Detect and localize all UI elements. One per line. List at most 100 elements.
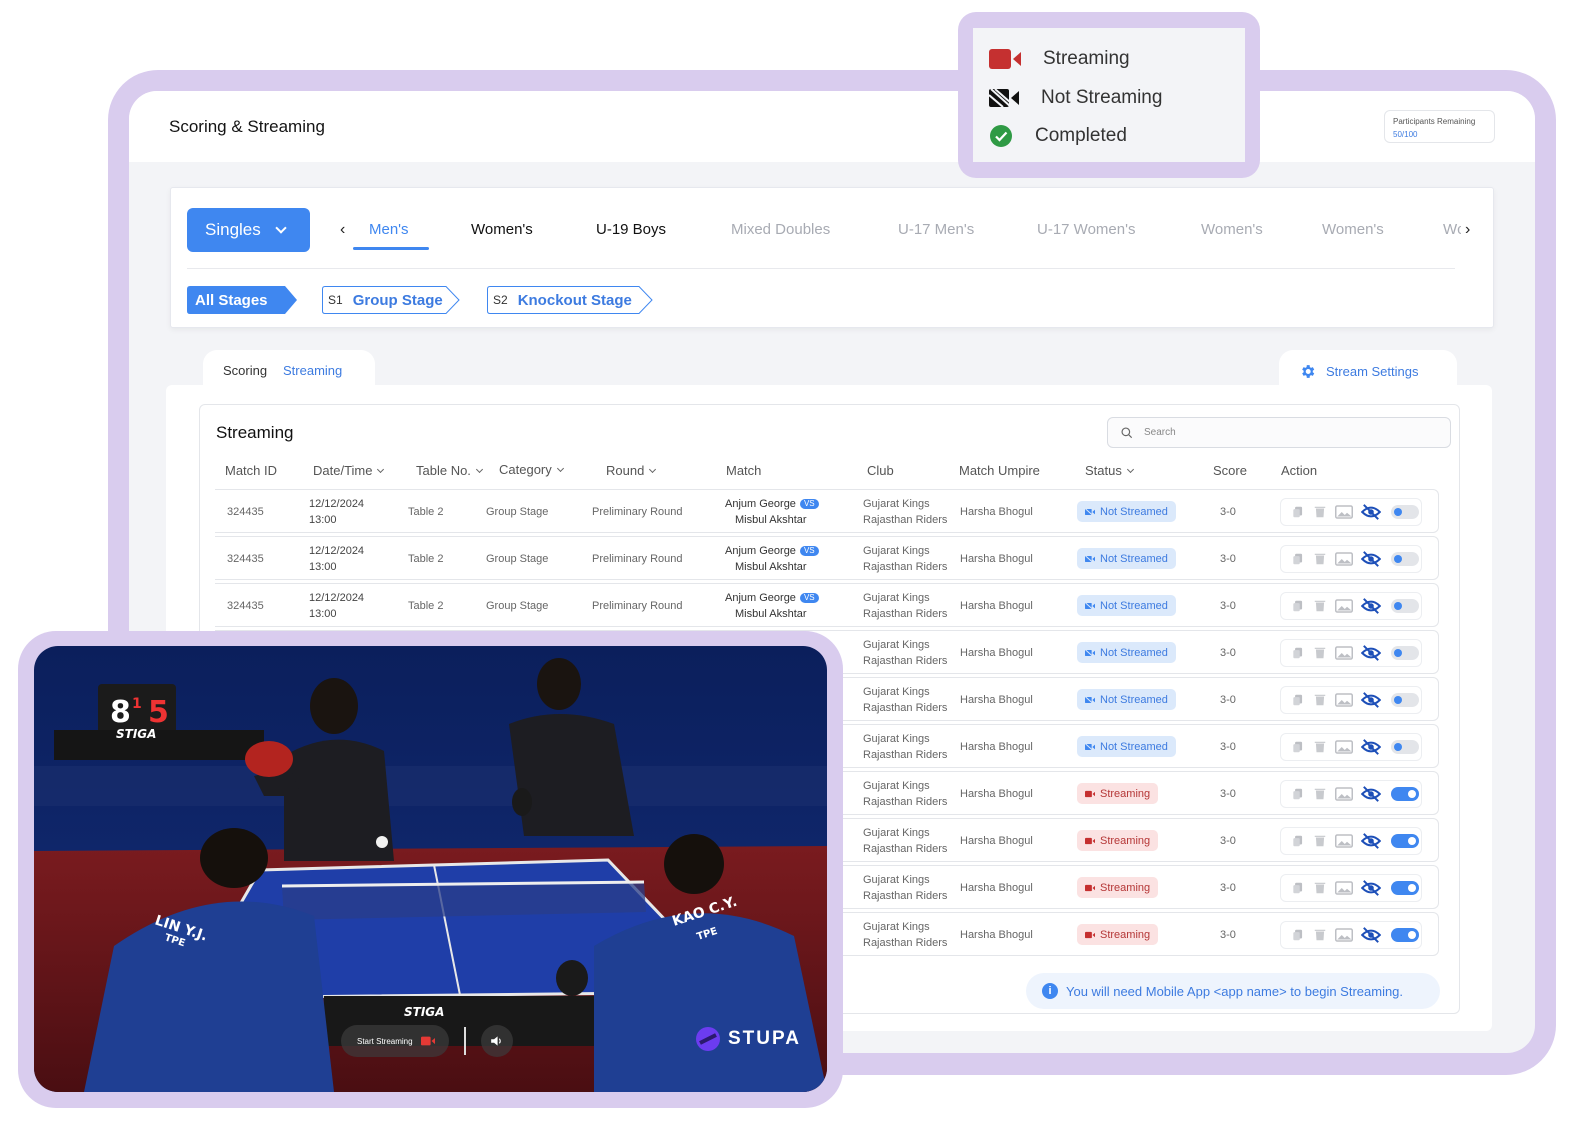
tab-u17-mens[interactable]: U-17 Men's [898, 221, 974, 238]
header-round[interactable]: Round [606, 463, 657, 478]
tab-u19-boys[interactable]: U-19 Boys [596, 221, 666, 238]
club-one: Gujarat Kings [863, 733, 930, 745]
stream-toggle[interactable] [1391, 881, 1419, 895]
header-match[interactable]: Match [726, 463, 761, 478]
header-category[interactable]: Category [499, 462, 564, 477]
stream-toggle[interactable] [1391, 505, 1419, 519]
header-umpire[interactable]: Match Umpire [959, 463, 1040, 478]
tab-streaming[interactable]: Streaming [283, 363, 342, 378]
stage-knockout-code: S2 [493, 293, 508, 307]
tab-mixed-doubles[interactable]: Mixed Doubles [731, 221, 830, 238]
eye-off-icon[interactable] [1361, 551, 1381, 567]
stage-group[interactable]: S1 Group Stage [322, 286, 462, 314]
stage-knockout[interactable]: S2 Knockout Stage [487, 286, 655, 314]
tab-womens-3[interactable]: Women's [1322, 221, 1384, 238]
vs-badge: VS [799, 546, 819, 556]
copy-icon[interactable] [1291, 646, 1305, 660]
stream-preview[interactable]: 8 1 5 STIGA STIGA LIN Y.J. TPE KAO C.Y. … [34, 646, 827, 1092]
header-date-time[interactable]: Date/Time [313, 463, 385, 478]
club-one: Gujarat Kings [863, 686, 930, 698]
score: 3-0 [1220, 835, 1236, 847]
header-status[interactable]: Status [1085, 463, 1134, 478]
stream-toggle[interactable] [1391, 928, 1419, 942]
video-camera-icon [1085, 790, 1095, 797]
stage-all[interactable]: All Stages [187, 286, 299, 314]
tab-womens-2[interactable]: Women's [1201, 221, 1263, 238]
tab-scoring[interactable]: Scoring [223, 363, 267, 378]
search-icon [1121, 426, 1133, 438]
image-icon[interactable] [1335, 552, 1353, 566]
stream-toggle[interactable] [1391, 787, 1419, 801]
stream-toggle[interactable] [1391, 646, 1419, 660]
trash-icon[interactable] [1313, 504, 1327, 520]
header-action[interactable]: Action [1281, 463, 1317, 478]
trash-icon[interactable] [1313, 645, 1327, 661]
status-label: Streaming [1100, 928, 1151, 941]
trash-icon[interactable] [1313, 880, 1327, 896]
status-badge: Streaming [1077, 924, 1159, 945]
tabs-prev-icon[interactable]: ‹ [340, 221, 345, 239]
eye-off-icon[interactable] [1361, 739, 1381, 755]
image-icon[interactable] [1335, 928, 1353, 942]
image-icon[interactable] [1335, 881, 1353, 895]
chevron-down-icon [275, 222, 287, 234]
stream-toggle[interactable] [1391, 693, 1419, 707]
eye-off-icon[interactable] [1361, 833, 1381, 849]
trash-icon[interactable] [1313, 786, 1327, 802]
header-score[interactable]: Score [1213, 463, 1247, 478]
stream-settings-button[interactable]: Stream Settings [1299, 363, 1419, 380]
copy-icon[interactable] [1291, 693, 1305, 707]
image-icon[interactable] [1335, 599, 1353, 613]
image-icon[interactable] [1335, 787, 1353, 801]
copy-icon[interactable] [1291, 787, 1305, 801]
video-off-icon [1085, 743, 1095, 750]
tab-mens[interactable]: Men's [369, 221, 409, 238]
tab-womens[interactable]: Women's [471, 221, 533, 238]
match-id: 324435 [227, 553, 264, 565]
start-streaming-button[interactable]: Start Streaming [341, 1025, 449, 1057]
copy-icon[interactable] [1291, 928, 1305, 942]
stream-toggle[interactable] [1391, 834, 1419, 848]
eye-off-icon[interactable] [1361, 598, 1381, 614]
image-icon[interactable] [1335, 505, 1353, 519]
eye-off-icon[interactable] [1361, 880, 1381, 896]
eye-off-icon[interactable] [1361, 927, 1381, 943]
table-row[interactable]: 324435 12/12/2024 13:00 Table 2 Group St… [215, 489, 1439, 533]
copy-icon[interactable] [1291, 881, 1305, 895]
stream-toggle[interactable] [1391, 599, 1419, 613]
trash-icon[interactable] [1313, 692, 1327, 708]
trash-icon[interactable] [1313, 598, 1327, 614]
stream-toggle[interactable] [1391, 552, 1419, 566]
trash-icon[interactable] [1313, 927, 1327, 943]
match-umpire: Harsha Bhogul [960, 741, 1033, 753]
copy-icon[interactable] [1291, 834, 1305, 848]
event-type-select[interactable]: Singles [187, 208, 310, 252]
copy-icon[interactable] [1291, 599, 1305, 613]
trash-icon[interactable] [1313, 739, 1327, 755]
image-icon[interactable] [1335, 834, 1353, 848]
header-table-no[interactable]: Table No. [416, 463, 483, 478]
header-match-id[interactable]: Match ID [225, 463, 277, 478]
header-category-label: Category [499, 462, 552, 477]
eye-off-icon[interactable] [1361, 786, 1381, 802]
table-row[interactable]: 324435 12/12/2024 13:00 Table 2 Group St… [215, 536, 1439, 580]
stream-toggle[interactable] [1391, 740, 1419, 754]
volume-button[interactable] [481, 1025, 513, 1057]
header-club[interactable]: Club [867, 463, 894, 478]
trash-icon[interactable] [1313, 551, 1327, 567]
tab-u17-womens[interactable]: U-17 Women's [1037, 221, 1135, 238]
image-icon[interactable] [1335, 740, 1353, 754]
image-icon[interactable] [1335, 693, 1353, 707]
eye-off-icon[interactable] [1361, 504, 1381, 520]
copy-icon[interactable] [1291, 740, 1305, 754]
trash-icon[interactable] [1313, 833, 1327, 849]
image-icon[interactable] [1335, 646, 1353, 660]
copy-icon[interactable] [1291, 505, 1305, 519]
eye-off-icon[interactable] [1361, 645, 1381, 661]
tabs-next-icon[interactable]: › [1465, 221, 1470, 239]
copy-icon[interactable] [1291, 552, 1305, 566]
search-input[interactable]: Search [1107, 417, 1451, 448]
tab-truncated[interactable]: Wc [1443, 221, 1461, 238]
table-row[interactable]: 324435 12/12/2024 13:00 Table 2 Group St… [215, 583, 1439, 627]
eye-off-icon[interactable] [1361, 692, 1381, 708]
